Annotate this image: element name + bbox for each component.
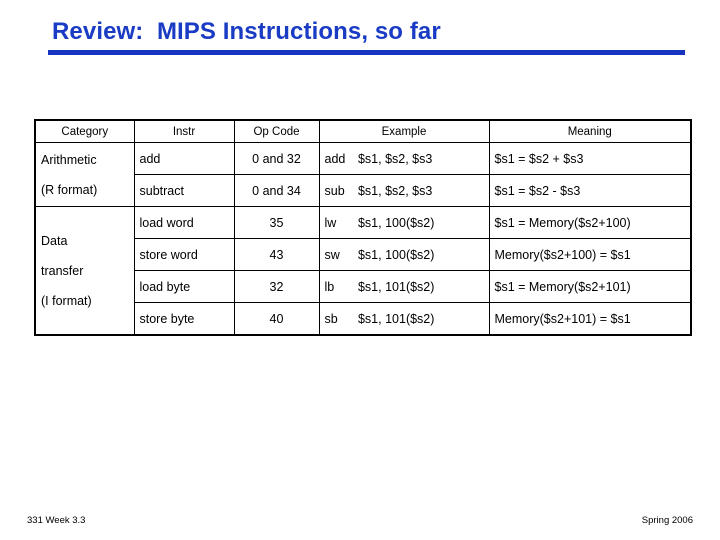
- example-operands: $s1, 100($s2): [357, 215, 435, 230]
- category-line: (I format): [41, 293, 92, 308]
- category-line: (R format): [41, 182, 98, 197]
- example-mnemonic: sb: [324, 311, 338, 326]
- cell-meaning: $s1 = Memory($s2+100): [488, 206, 692, 239]
- table-row: Data transfer (I format) load word 35 lw $s1,…: [34, 206, 692, 336]
- example-operands: $s1, 100($s2): [357, 247, 435, 262]
- cell-opcode: 0 and 32: [233, 142, 320, 175]
- column-header-opcode: Op Code: [233, 119, 320, 143]
- cell-example: lw $s1, 100($s2): [318, 206, 490, 239]
- example-mnemonic: lw: [324, 215, 337, 230]
- cell-example: sw $s1, 100($s2): [318, 238, 490, 271]
- cell-meaning: $s1 = $s2 + $s3: [488, 142, 692, 175]
- example-mnemonic: sw: [324, 247, 340, 262]
- category-line: Data: [41, 233, 68, 248]
- cell-meaning: Memory($s2+101) = $s1: [488, 302, 692, 336]
- page-title: Review: MIPS Instructions, so far: [52, 18, 441, 45]
- example-mnemonic: lb: [324, 279, 335, 294]
- table-row: subtract 0 and 34 sub $s1, $s2, $s3 $s1 = $…: [35, 174, 692, 207]
- cell-instruction-name: load word: [133, 206, 235, 239]
- title-underline-rule: [48, 50, 685, 55]
- example-mnemonic: add: [324, 151, 346, 166]
- instruction-summary-table: Category Instr Op Code Example Meaning A…: [34, 119, 692, 336]
- cell-meaning: $s1 = $s2 - $s3: [488, 174, 692, 207]
- table-row: store byte 40 sb $s1, 101($s2) Memory($s2+1…: [35, 302, 692, 336]
- category-line: transfer: [41, 263, 84, 278]
- cell-opcode: 0 and 34: [233, 174, 320, 207]
- cell-example: add $s1, $s2, $s3: [318, 142, 490, 175]
- example-operands: $s1, 101($s2): [357, 311, 435, 326]
- table-row: Arithmetic (R format) add 0 and 32 add $s1, …: [34, 142, 692, 207]
- cell-opcode: 32: [233, 270, 320, 303]
- example-operands: $s1, $s2, $s3: [357, 151, 433, 166]
- example-mnemonic: sub: [324, 183, 345, 198]
- cell-category: Arithmetic (R format): [34, 142, 135, 207]
- column-header-instr: Instr: [133, 119, 235, 143]
- cell-instruction-name: load byte: [133, 270, 235, 303]
- cell-instruction-name: add: [133, 142, 235, 175]
- column-header-category: Category: [34, 119, 135, 143]
- cell-opcode: 35: [233, 206, 320, 239]
- column-header-example: Example: [318, 119, 490, 143]
- cell-meaning: $s1 = Memory($s2+101): [488, 270, 692, 303]
- footer-course-label: 331 Week 3.3: [27, 515, 86, 526]
- cell-category: Data transfer (I format): [34, 206, 135, 336]
- cell-meaning: Memory($s2+100) = $s1: [488, 238, 692, 271]
- table-header-row: Category Instr Op Code Example Meaning: [34, 119, 692, 143]
- cell-opcode: 40: [233, 302, 320, 336]
- cell-instruction-name: store byte: [133, 302, 235, 336]
- column-header-meaning: Meaning: [488, 119, 692, 143]
- cell-opcode: 43: [233, 238, 320, 271]
- example-operands: $s1, $s2, $s3: [357, 183, 433, 198]
- table-row: load byte 32 lb $s1, 101($s2) $s1 = Memory(…: [35, 270, 692, 303]
- cell-example: lb $s1, 101($s2): [318, 270, 490, 303]
- cell-instruction-name: store word: [133, 238, 235, 271]
- cell-example: sb $s1, 101($s2): [318, 302, 490, 336]
- table-row: store word 43 sw $s1, 100($s2) Memory($s2+1…: [35, 238, 692, 271]
- category-line: Arithmetic: [41, 152, 97, 167]
- cell-instruction-name: subtract: [133, 174, 235, 207]
- example-operands: $s1, 101($s2): [357, 279, 435, 294]
- mips-instruction-table: Category Instr Op Code Example Meaning A…: [34, 119, 692, 336]
- footer-term-label: Spring 2006: [641, 515, 693, 526]
- cell-example: sub $s1, $s2, $s3: [318, 174, 490, 207]
